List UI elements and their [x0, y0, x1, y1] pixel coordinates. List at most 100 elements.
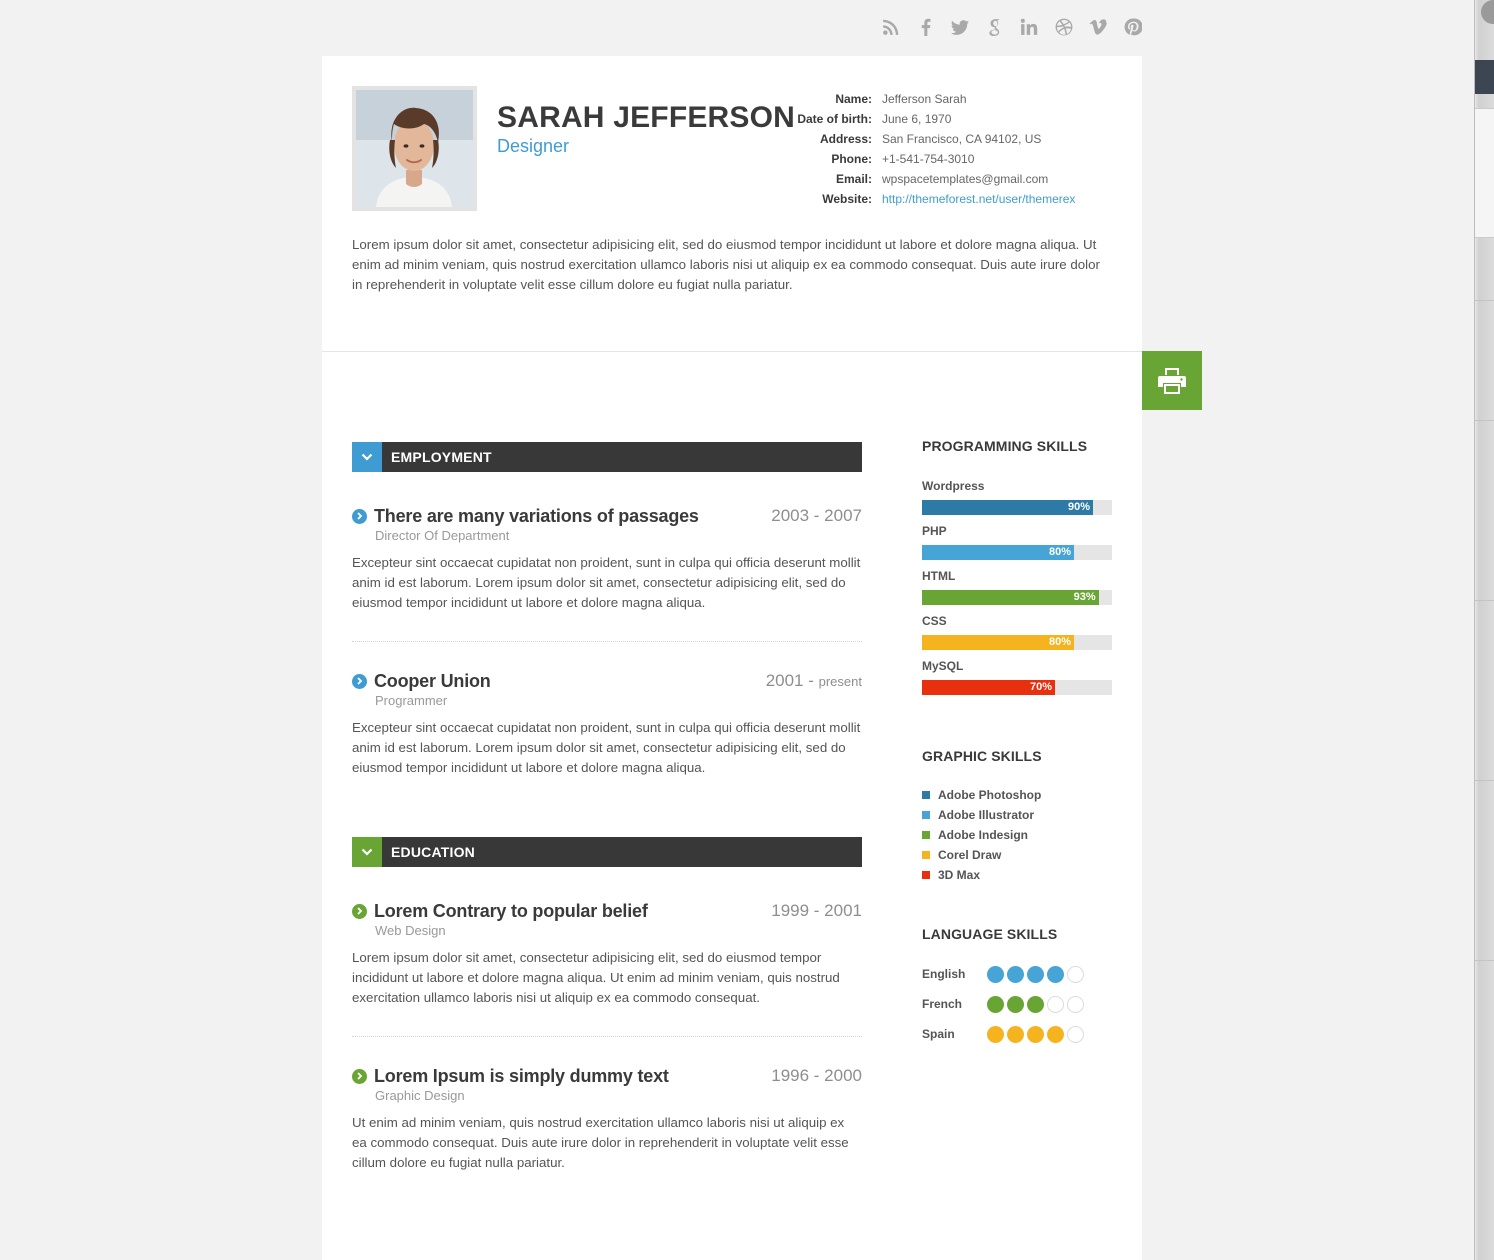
info-label: Address:	[819, 132, 872, 146]
skill-name: MySQL	[922, 659, 964, 673]
google-plus-icon[interactable]	[978, 14, 1013, 40]
entry-title: Lorem Ipsum is simply dummy text	[374, 1065, 669, 1086]
entry-dates-suffix: present	[818, 674, 862, 689]
website-link[interactable]: http://themeforest.net/user/themerex	[882, 189, 1075, 209]
window-control-icon	[1481, 0, 1494, 24]
color-swatch	[922, 851, 930, 859]
skill-percent: 90%	[1067, 501, 1090, 513]
skill-fill: 93%	[922, 590, 1099, 605]
window-edge-divider	[1475, 300, 1494, 301]
level-dot-empty	[1047, 995, 1064, 1013]
info-value: San Francisco, CA 94102, US	[882, 132, 1042, 146]
language-name: Spain	[922, 1027, 955, 1041]
arrow-right-icon	[352, 508, 367, 524]
info-label: Email:	[835, 172, 872, 186]
window-edge	[1474, 0, 1494, 1260]
level-dot-filled	[1027, 965, 1044, 983]
language-name: English	[922, 967, 966, 981]
person-role: Designer	[497, 136, 570, 156]
info-value: wpspacetemplates@gmail.com	[882, 172, 1049, 186]
entry-dates: 1996 - 2000	[771, 1066, 862, 1086]
linkedin-icon[interactable]	[1012, 14, 1047, 40]
entry-dates: 2001 - present	[766, 671, 862, 691]
entry-divider	[352, 641, 862, 642]
facebook-icon[interactable]	[909, 14, 944, 40]
level-dot-filled	[1007, 1025, 1024, 1043]
entry-title: Cooper Union	[374, 670, 491, 691]
dribbble-icon[interactable]	[1047, 14, 1082, 40]
education-entry: Lorem Ipsum is simply dummy text 1996 - …	[352, 1063, 862, 1173]
skill-fill: 70%	[922, 680, 1055, 695]
language-skills-title: LANGUAGE SKILLS	[922, 926, 1058, 942]
entry-dates: 1999 - 2001	[771, 901, 862, 921]
arrow-right-icon	[352, 903, 367, 919]
window-edge-divider	[1475, 960, 1494, 961]
vimeo-icon[interactable]	[1081, 14, 1116, 40]
skill-track: 93%	[922, 590, 1112, 605]
info-label: Phone:	[831, 152, 872, 166]
level-dot-empty	[1067, 1025, 1084, 1043]
window-edge-panel	[1475, 108, 1494, 238]
level-dot-filled	[1027, 1025, 1044, 1043]
entry-subtitle: Graphic Design	[375, 1088, 465, 1103]
section-title: EMPLOYMENT	[391, 449, 492, 465]
color-swatch	[922, 871, 930, 879]
entry-subtitle: Web Design	[375, 923, 446, 938]
twitter-icon[interactable]	[943, 14, 978, 40]
skill-bar: MySQL 70%	[922, 659, 1112, 695]
chevron-down-icon[interactable]	[352, 442, 382, 472]
skill-name: HTML	[922, 569, 956, 583]
window-edge-divider	[1475, 780, 1494, 781]
skill-track: 70%	[922, 680, 1112, 695]
skill-track: 90%	[922, 500, 1112, 515]
skill-track: 80%	[922, 635, 1112, 650]
graphic-skill-name: 3D Max	[938, 868, 981, 882]
level-dot-filled	[987, 1025, 1004, 1043]
language-row: Spain	[922, 1024, 1087, 1044]
skill-name: PHP	[922, 524, 947, 538]
language-row: English	[922, 964, 1087, 984]
language-level	[987, 965, 1087, 983]
info-value: +1-541-754-3010	[882, 152, 975, 166]
employment-entry: Cooper Union 2001 - present Programmer E…	[352, 668, 862, 778]
skill-fill: 80%	[922, 545, 1074, 560]
graphic-skill-name: Adobe Illustrator	[938, 808, 1035, 822]
entry-description: Lorem ipsum dolor sit amet, consectetur …	[352, 950, 840, 1005]
language-row: French	[922, 994, 1087, 1014]
skill-track: 80%	[922, 545, 1112, 560]
skill-percent: 80%	[1048, 636, 1071, 648]
rss-icon[interactable]	[874, 14, 909, 40]
info-value: June 6, 1970	[882, 112, 952, 126]
skill-fill: 90%	[922, 500, 1093, 515]
window-edge-panel	[1475, 60, 1494, 94]
employment-entry: There are many variations of passages 20…	[352, 503, 862, 613]
info-row-phone: Phone: +1-541-754-3010	[792, 149, 1075, 169]
personal-info: Name: Jefferson Sarah Date of birth: June …	[792, 89, 1075, 209]
skill-name: Wordpress	[922, 479, 985, 493]
social-links	[874, 14, 1150, 40]
chevron-down-icon[interactable]	[352, 837, 382, 867]
print-button[interactable]	[1142, 351, 1202, 410]
window-edge-divider	[1475, 600, 1494, 601]
graphic-skill-name: Adobe Photoshop	[938, 788, 1042, 802]
graphic-skill-item: Adobe Indesign	[922, 825, 1028, 845]
pinterest-icon[interactable]	[1116, 14, 1151, 40]
print-icon	[1158, 367, 1186, 394]
language-level	[987, 1025, 1087, 1043]
entry-subtitle: Director Of Department	[375, 528, 510, 543]
entry-description: Excepteur sint occaecat cupidatat non pr…	[352, 555, 861, 610]
entry-dates-range: 2003 - 2007	[771, 506, 862, 525]
profile-photo	[352, 86, 477, 211]
info-row-name: Name: Jefferson Sarah	[792, 89, 1075, 109]
entry-dates-range: 1999 - 2001	[771, 901, 862, 920]
level-dot-filled	[987, 995, 1004, 1013]
person-name: SARAH JEFFERSON	[497, 101, 796, 134]
skill-bar: Wordpress 90%	[922, 479, 1112, 515]
skill-bar: CSS 80%	[922, 614, 1112, 650]
entry-dates: 2003 - 2007	[771, 506, 862, 526]
level-dot-filled	[1047, 965, 1064, 983]
info-row-website: Website: http://themeforest.net/user/them…	[792, 189, 1075, 209]
programming-skills-title: PROGRAMMING SKILLS	[922, 438, 1088, 454]
level-dot-filled	[987, 965, 1004, 983]
color-swatch	[922, 791, 930, 799]
